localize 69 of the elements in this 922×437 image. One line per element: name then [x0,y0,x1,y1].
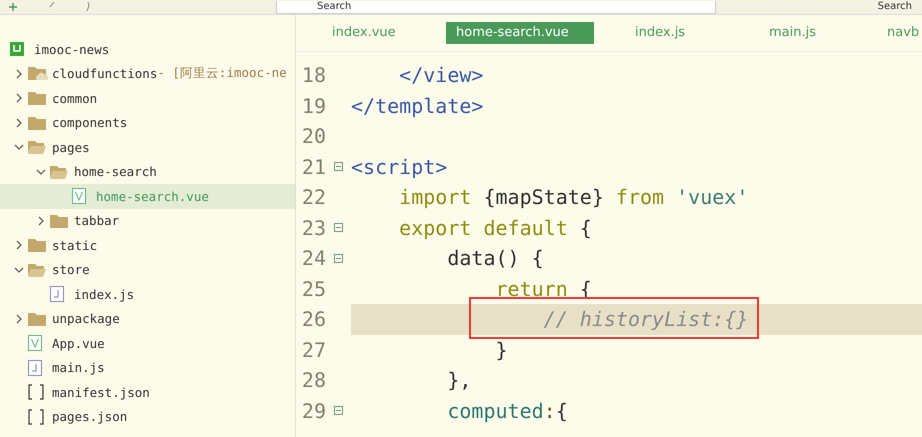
folder-icon [50,214,68,228]
line-number: 29 [300,398,326,423]
open-folder-icon [28,140,46,154]
tree-item[interactable]: store [0,258,295,282]
fold-icon[interactable] [334,254,343,263]
cloud-folder-icon [28,66,48,82]
chevron-icon[interactable] [36,166,46,177]
tree-item[interactable]: components [0,110,295,135]
line-number: 28 [300,368,326,392]
tree-item[interactable]: static [0,233,295,258]
chevron-icon[interactable] [14,240,24,250]
folder-icon [28,91,46,106]
chevron-icon[interactable] [14,93,24,104]
open-folder-icon [28,262,46,277]
chevron-icon[interactable] [14,264,24,275]
tree-item[interactable]: home-search [0,160,295,184]
code-line: </template> [351,94,484,118]
tree-item[interactable]: manifest.json [0,380,295,404]
fold-icon[interactable] [334,406,343,416]
code-line: import {mapState} from 'vuex' [398,185,748,210]
tree-item[interactable]: pages [0,135,295,160]
vue-file-icon [28,335,42,352]
code-line: computed:{ [446,398,568,423]
chevron-icon[interactable] [14,118,24,128]
line-number: 23 [300,216,326,240]
line-number: 24 [300,246,326,270]
brackets-icon [28,384,44,400]
tree-item[interactable]: tabbar [0,208,295,233]
chevron-icon[interactable] [36,216,46,226]
line-number: 18 [300,63,326,88]
line-number: 22 [300,185,326,210]
tree-item[interactable]: main.js [0,356,295,380]
line-number: 25 [300,276,326,301]
fold-icon[interactable] [334,223,343,232]
brackets-icon [28,408,44,425]
chevron-icon[interactable] [14,142,24,152]
code-line: // historyList:{} [542,307,748,332]
folder-icon [28,238,46,252]
tree-item[interactable]: common [0,86,295,110]
folder-icon [28,116,46,130]
code-line: </view> [398,63,484,88]
project-icon [10,42,24,56]
line-number: 20 [300,124,326,148]
tree-item[interactable]: index.js [0,282,295,306]
fold-icon[interactable] [334,162,343,172]
tree-item[interactable]: App.vue [0,331,295,356]
tree-item[interactable]: pages.json [0,404,295,429]
js-file-icon [28,360,42,376]
code-line: <script> [351,154,448,179]
line-number: 21 [300,154,326,179]
tree-item[interactable]: cloudfunctions- [阿里云:imooc-ne [0,62,295,86]
code-line: data() { [446,246,544,270]
line-number: 19 [300,94,326,118]
tree-item[interactable]: imooc-news [0,37,295,62]
add-icon[interactable] [8,2,18,12]
js-file-icon [50,286,64,302]
code-line: export default { [398,216,592,240]
search-field[interactable]: Search [276,0,716,14]
search-label[interactable]: Search [878,1,912,13]
open-folder-icon [50,164,68,179]
vue-file-icon [72,188,86,204]
code-line: } [494,338,508,362]
chevron-icon[interactable] [14,68,24,79]
code-line: }, [446,368,472,392]
folder-icon [28,312,46,326]
tree-item[interactable]: unpackage [0,306,295,331]
line-number: 26 [300,307,326,332]
line-number: 27 [300,338,326,362]
chevron-icon[interactable] [14,314,24,324]
